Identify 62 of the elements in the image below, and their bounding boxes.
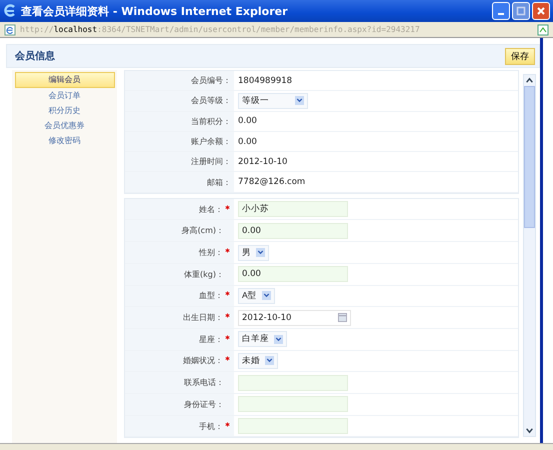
field-label: 账户余额： xyxy=(125,132,234,152)
field-label: 姓名： xyxy=(125,198,234,220)
dropdown[interactable]: 白羊座 xyxy=(238,331,287,348)
maximize-icon xyxy=(516,6,526,16)
page-icon xyxy=(4,24,16,36)
compat-view-icon[interactable] xyxy=(537,24,549,36)
field-label: 会员等级： xyxy=(125,91,234,111)
chevron-down-icon xyxy=(295,96,304,106)
dropdown[interactable]: 男 xyxy=(238,244,269,260)
close-icon xyxy=(536,6,546,16)
field-label: 身份证号： xyxy=(125,394,234,415)
address-bar[interactable]: http://localhost:8364/TSNETMart/admin/usercontrol/member/memberinfo.aspx?id=2943217 xyxy=(0,22,553,38)
input-field[interactable] xyxy=(238,418,348,434)
sidebar-item[interactable]: 编辑会员 xyxy=(14,72,114,88)
scrollbar[interactable] xyxy=(523,74,536,437)
field-label: 血型： xyxy=(125,286,234,306)
chevron-down-icon xyxy=(262,291,271,300)
field-label: 体重(kg)： xyxy=(125,264,234,285)
field-label: 会员编号： xyxy=(125,71,234,90)
field-label: 性别： xyxy=(125,242,234,263)
scroll-up-icon[interactable] xyxy=(525,76,534,85)
window-title: 查看会员详细资料 - Windows Internet Explorer xyxy=(21,4,288,18)
field-label: 当前积分： xyxy=(125,112,234,131)
field-value: 2012-10-10 xyxy=(238,156,288,167)
sidebar-item[interactable]: 会员订单 xyxy=(16,89,114,103)
input-field[interactable]: 0.00 xyxy=(238,222,348,239)
field-label: 邮箱： xyxy=(125,172,234,192)
input-field[interactable]: 0.00 xyxy=(238,266,348,282)
dropdown[interactable]: A型 xyxy=(238,288,275,304)
input-field[interactable] xyxy=(238,374,348,391)
browser-logo-icon xyxy=(3,4,17,18)
chevron-down-icon xyxy=(256,248,265,257)
field-value: 0.00 xyxy=(238,136,257,147)
dropdown[interactable]: 未婚 xyxy=(238,352,278,369)
field-label: 出生日期： xyxy=(125,307,234,328)
level-dropdown[interactable]: 等级一 xyxy=(238,92,308,109)
field-label: 注册时间： xyxy=(125,152,234,172)
close-button[interactable] xyxy=(532,2,550,20)
field-label: 身高(cm)： xyxy=(125,220,234,242)
field-label: 星座： xyxy=(125,328,234,350)
field-label: 手机： xyxy=(125,416,234,436)
field-label: 婚姻状况： xyxy=(125,350,234,372)
calendar-icon[interactable] xyxy=(338,313,347,322)
chevron-down-icon xyxy=(274,334,283,344)
field-value: 0.00 xyxy=(238,116,257,126)
minimize-icon xyxy=(498,13,504,15)
field-value: 1804989918 xyxy=(238,76,292,86)
sidebar-item[interactable]: 积分历史 xyxy=(16,104,114,118)
page-title: 会员信息 xyxy=(15,50,55,63)
url-text: http://localhost:8364/TSNETMart/admin/usercontrol/member/memberinfo.aspx?id=2943217 xyxy=(20,25,421,34)
input-field[interactable] xyxy=(238,396,348,412)
minimize-button[interactable] xyxy=(492,2,510,20)
field-label: 联系电话： xyxy=(125,372,234,393)
chevron-down-icon xyxy=(265,356,274,366)
field-value: 7782@126.com xyxy=(238,177,306,188)
sidebar-item[interactable]: 修改密码 xyxy=(16,134,114,148)
input-field[interactable]: 小小苏 xyxy=(238,201,348,218)
date-field[interactable]: 2012-10-10 xyxy=(238,310,351,326)
maximize-button[interactable] xyxy=(512,2,530,20)
scroll-down-icon[interactable] xyxy=(525,426,534,435)
save-button[interactable]: 保存 xyxy=(505,48,535,64)
sidebar-item[interactable]: 会员优惠券 xyxy=(16,119,114,133)
